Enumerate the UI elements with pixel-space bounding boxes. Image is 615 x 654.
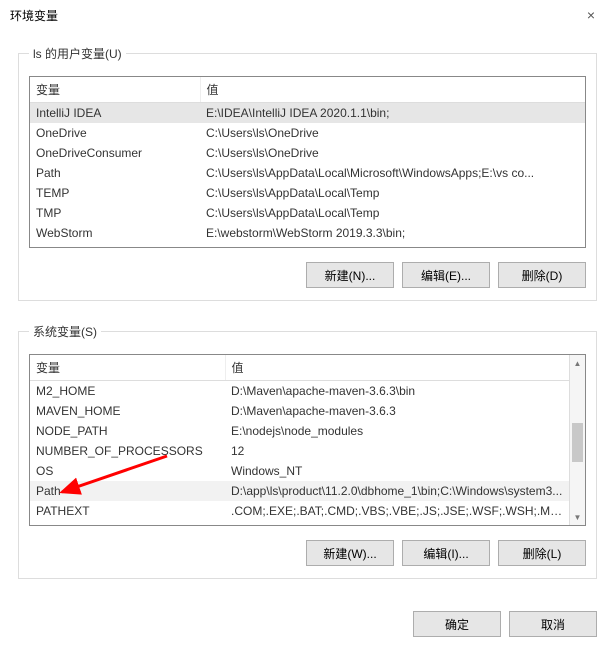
variable-name: OS [30,461,225,481]
variable-name: PATHEXT [30,501,225,521]
variable-value: C:\Users\ls\AppData\Local\Temp [200,203,585,223]
close-button[interactable]: × [571,0,611,30]
table-row[interactable]: OSWindows_NT [30,461,569,481]
variable-value: C:\Users\ls\AppData\Local\Temp [200,183,585,203]
system-variables-group: 系统变量(S) 变量 值 M2_HOMED:\Maven\apache-mave… [18,323,597,579]
window-title: 环境变量 [10,7,58,24]
variable-value: D:\app\ls\product\11.2.0\dbhome_1\bin;C:… [225,481,569,501]
variable-name: IntelliJ IDEA [30,103,200,124]
user-new-button[interactable]: 新建(N)... [306,262,394,288]
cancel-button[interactable]: 取消 [509,611,597,637]
column-header-value[interactable]: 值 [225,355,569,381]
table-row[interactable]: PathD:\app\ls\product\11.2.0\dbhome_1\bi… [30,481,569,501]
table-row[interactable]: NUMBER_OF_PROCESSORS12 [30,441,569,461]
column-header-variable[interactable]: 变量 [30,355,225,381]
user-variables-group: ls 的用户变量(U) 变量 值 IntelliJ IDEAE:\IDEA\In… [18,45,597,301]
system-variables-table[interactable]: 变量 值 M2_HOMED:\Maven\apache-maven-3.6.3\… [29,354,586,526]
variable-value: E:\IDEA\IntelliJ IDEA 2020.1.1\bin; [200,103,585,124]
sys-new-button[interactable]: 新建(W)... [306,540,394,566]
sys-edit-button[interactable]: 编辑(I)... [402,540,490,566]
variable-name: TEMP [30,183,200,203]
variable-name: OneDrive [30,123,200,143]
variable-value: 12 [225,441,569,461]
column-header-variable[interactable]: 变量 [30,77,200,103]
variable-name: OneDriveConsumer [30,143,200,163]
variable-name: TMP [30,203,200,223]
variable-value: C:\Users\ls\OneDrive [200,123,585,143]
variable-value: C:\Users\ls\OneDrive [200,143,585,163]
table-row[interactable]: WebStormE:\webstorm\WebStorm 2019.3.3\bi… [30,223,585,243]
variable-name: NODE_PATH [30,421,225,441]
table-row[interactable]: NODE_PATHE:\nodejs\node_modules [30,421,569,441]
column-header-value[interactable]: 值 [200,77,585,103]
sys-delete-button[interactable]: 删除(L) [498,540,586,566]
table-row[interactable]: OneDriveConsumerC:\Users\ls\OneDrive [30,143,585,163]
variable-name: M2_HOME [30,381,225,402]
ok-button[interactable]: 确定 [413,611,501,637]
table-row[interactable]: PATHEXT.COM;.EXE;.BAT;.CMD;.VBS;.VBE;.JS… [30,501,569,521]
variable-name: MAVEN_HOME [30,401,225,421]
table-row[interactable]: MAVEN_HOMED:\Maven\apache-maven-3.6.3 [30,401,569,421]
table-row[interactable]: IntelliJ IDEAE:\IDEA\IntelliJ IDEA 2020.… [30,103,585,124]
variable-name: Path [30,163,200,183]
scrollbar[interactable]: ▲ ▼ [569,355,585,525]
user-variables-legend: ls 的用户变量(U) [29,45,126,62]
table-row[interactable]: OneDriveC:\Users\ls\OneDrive [30,123,585,143]
scroll-thumb[interactable] [572,423,583,462]
table-row[interactable]: M2_HOMED:\Maven\apache-maven-3.6.3\bin [30,381,569,402]
user-edit-button[interactable]: 编辑(E)... [402,262,490,288]
variable-value: E:\nodejs\node_modules [225,421,569,441]
user-variables-table[interactable]: 变量 值 IntelliJ IDEAE:\IDEA\IntelliJ IDEA … [29,76,586,248]
table-row[interactable]: TMPC:\Users\ls\AppData\Local\Temp [30,203,585,223]
variable-value: .COM;.EXE;.BAT;.CMD;.VBS;.VBE;.JS;.JSE;.… [225,501,569,521]
variable-value: E:\webstorm\WebStorm 2019.3.3\bin; [200,223,585,243]
table-row[interactable]: TEMPC:\Users\ls\AppData\Local\Temp [30,183,585,203]
system-variables-legend: 系统变量(S) [29,323,101,340]
scroll-up-arrow[interactable]: ▲ [570,355,586,371]
variable-value: Windows_NT [225,461,569,481]
variable-name: NUMBER_OF_PROCESSORS [30,441,225,461]
scroll-track[interactable] [570,371,585,509]
variable-name: Path [30,481,225,501]
variable-name: WebStorm [30,223,200,243]
variable-value: D:\Maven\apache-maven-3.6.3 [225,401,569,421]
user-delete-button[interactable]: 删除(D) [498,262,586,288]
variable-value: D:\Maven\apache-maven-3.6.3\bin [225,381,569,402]
close-icon: × [587,7,595,23]
scroll-down-arrow[interactable]: ▼ [570,509,586,525]
table-row[interactable]: PathC:\Users\ls\AppData\Local\Microsoft\… [30,163,585,183]
variable-value: C:\Users\ls\AppData\Local\Microsoft\Wind… [200,163,585,183]
titlebar: 环境变量 × [0,0,615,30]
